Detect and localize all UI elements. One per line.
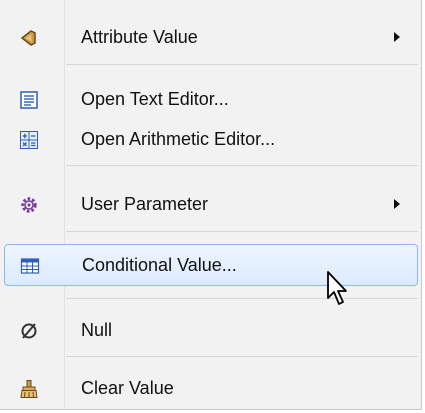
- menu-item-conditional-value[interactable]: Conditional Value...: [4, 244, 418, 286]
- arithmetic-editor-icon: [18, 129, 40, 151]
- user-parameter-icon: [18, 194, 40, 216]
- menu-item-label: Open Arithmetic Editor...: [81, 129, 276, 149]
- menu-item-user-parameter[interactable]: User Parameter: [4, 184, 418, 224]
- menu-separator: [66, 231, 418, 232]
- null-icon: [18, 320, 40, 342]
- menu-separator: [66, 165, 418, 166]
- attribute-value-icon: [18, 27, 40, 49]
- menu-item-label: Attribute Value: [81, 27, 198, 47]
- submenu-arrow-icon: [394, 32, 400, 42]
- menu-item-label: Open Text Editor...: [81, 89, 229, 109]
- menu-item-clear-value[interactable]: Clear Value: [4, 368, 418, 408]
- conditional-value-icon: [19, 255, 41, 277]
- mouse-pointer-icon: [327, 271, 347, 305]
- clear-value-icon: [18, 378, 40, 400]
- menu-item-attribute-value[interactable]: Attribute Value: [4, 17, 418, 57]
- context-menu: Attribute Value Open Text Editor... Open…: [0, 0, 422, 410]
- menu-separator: [66, 298, 418, 299]
- menu-item-label: Null: [81, 320, 113, 340]
- submenu-arrow-icon: [394, 199, 400, 209]
- menu-separator: [66, 64, 418, 65]
- menu-item-label: Conditional Value...: [82, 255, 237, 275]
- menu-item-label: User Parameter: [81, 194, 209, 214]
- menu-item-null[interactable]: Null: [4, 310, 418, 350]
- menu-item-open-text-editor[interactable]: Open Text Editor...: [4, 79, 418, 119]
- menu-item-open-arithmetic-editor[interactable]: Open Arithmetic Editor...: [4, 119, 418, 159]
- text-editor-icon: [18, 89, 40, 111]
- menu-separator: [66, 356, 418, 357]
- menu-item-label: Clear Value: [81, 378, 174, 398]
